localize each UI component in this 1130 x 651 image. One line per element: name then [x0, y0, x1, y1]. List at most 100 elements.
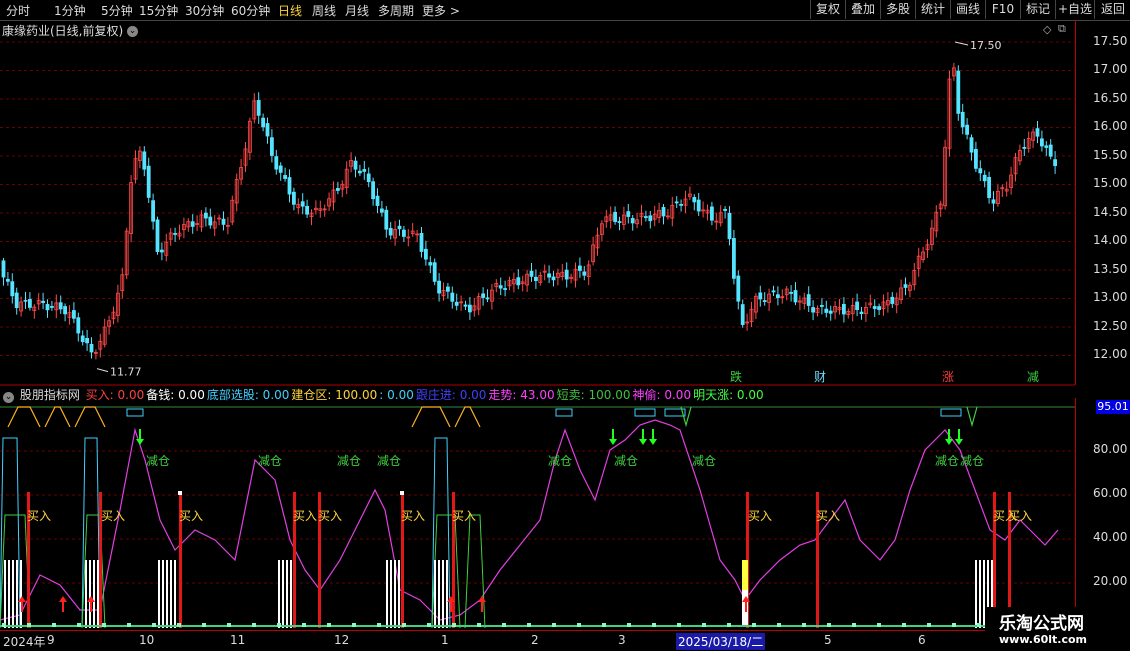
fund-bar [89, 560, 91, 628]
baseline-dot [627, 623, 631, 627]
baseline-dot [502, 623, 506, 627]
position-zone [454, 406, 481, 428]
buy-label: 买入 [1008, 509, 1032, 523]
v-marker [966, 406, 978, 428]
tab-5min[interactable]: 5分钟 [101, 2, 133, 19]
add-watchlist-button[interactable]: +自选 [1055, 0, 1094, 19]
down-arrow-head [945, 439, 953, 445]
candle-down [85, 337, 89, 344]
price-tick: 17.00 [1093, 62, 1128, 76]
baseline-dot [77, 623, 81, 627]
baseline-dot [802, 623, 806, 627]
candle-down [987, 176, 991, 198]
baseline-dot [477, 623, 481, 627]
candle-down [740, 304, 745, 325]
indicator-name[interactable]: 股朋指标网 [20, 388, 80, 402]
baseline-dot [727, 623, 731, 627]
candle-down [842, 304, 846, 315]
baseline-dot [27, 623, 31, 627]
reduce-label: 减仓 [935, 454, 959, 468]
signal-tag: 财 [814, 370, 826, 384]
fund-bar [286, 560, 288, 628]
candle-down [463, 304, 468, 307]
tab-15min[interactable]: 15分钟 [139, 2, 178, 19]
candle-down [776, 294, 780, 299]
watermark-title: 乐淘公式网 [999, 614, 1084, 634]
date-label: 3 [618, 633, 626, 647]
indicator-value-9: 明天涨: 0.00 [693, 388, 764, 402]
price-tick: 17.50 [1093, 34, 1128, 48]
date-label: 6 [918, 633, 926, 647]
tab-monthly[interactable]: 月线 [345, 2, 369, 19]
fund-bar [93, 560, 95, 628]
baseline-dot [327, 623, 331, 627]
reduce-label: 减仓 [258, 454, 282, 468]
buy-label: 买入 [318, 509, 342, 523]
tab-more[interactable]: 更多 > [422, 2, 460, 19]
tab-multi-period[interactable]: 多周期 [378, 2, 414, 19]
indicator-value-4: : 0.00 [379, 388, 414, 402]
tab-30min[interactable]: 30分钟 [185, 2, 224, 19]
marker-square [178, 491, 182, 495]
baseline-dot [2, 623, 6, 627]
candle-down [564, 269, 569, 280]
tab-60min[interactable]: 60分钟 [231, 2, 270, 19]
candle-down [648, 215, 653, 222]
price-tick: 13.00 [1093, 290, 1128, 304]
tab-1min[interactable]: 1分钟 [54, 2, 86, 19]
multi-stock-button[interactable]: 多股 [880, 0, 915, 19]
candle-down [516, 277, 521, 286]
baseline-dot [602, 623, 606, 627]
candle-down [877, 306, 881, 310]
candle-down [151, 200, 156, 222]
back-button[interactable]: 返回 [1094, 0, 1130, 19]
restore-rights-button[interactable]: 复权 [810, 0, 845, 19]
date-axis: 2024年 9 10 11 12 1 2 3 2025/03/18/二 5 6 [0, 630, 1075, 651]
tab-weekly[interactable]: 周线 [312, 2, 336, 19]
fund-bar [166, 560, 168, 628]
candle-down [551, 276, 556, 281]
candle-down [45, 304, 50, 311]
candle-down [661, 207, 666, 217]
marker-square [400, 491, 404, 495]
position-zone [7, 406, 41, 428]
candle-down [723, 208, 727, 211]
reduce-label: 减仓 [960, 454, 984, 468]
candle-down [974, 148, 978, 169]
baseline-dot [452, 623, 456, 627]
baseline-dot [852, 623, 856, 627]
fund-bar [85, 560, 87, 628]
date-label: 10 [139, 633, 155, 647]
baseline-dot [902, 623, 906, 627]
fund-bar [394, 560, 396, 628]
baseline-dot [52, 623, 56, 627]
candle-down [1022, 147, 1027, 149]
collapse-icon[interactable]: ⌄ [3, 392, 14, 403]
candle-down [423, 248, 428, 260]
date-label: 12 [334, 633, 350, 647]
fund-bar [162, 560, 164, 628]
fund-bar [4, 560, 6, 628]
mark-button[interactable]: 标记 [1020, 0, 1055, 19]
candle-down [613, 211, 617, 222]
fund-bar [20, 560, 22, 628]
candle-down [1053, 159, 1057, 167]
draw-line-button[interactable]: 画线 [950, 0, 985, 19]
baseline-dot [302, 623, 306, 627]
tab-fenshi[interactable]: 分时 [6, 2, 30, 19]
overlay-button[interactable]: 叠加 [845, 0, 880, 19]
f10-button[interactable]: F10 [985, 0, 1020, 19]
candle-down [287, 177, 292, 195]
fund-bar [174, 560, 176, 628]
indicator-value-5: 跟庄进: 0.00 [415, 388, 487, 402]
baseline-dot [927, 623, 931, 627]
tab-daily[interactable]: 日线 [278, 2, 302, 19]
position-zone [74, 406, 106, 428]
chart-canvas[interactable]: 17.5011.77 跌财涨减 买入 买入 买入 买入 买入 买入 买入 买入 买入 买入买入减仓… [0, 20, 1075, 630]
statistics-button[interactable]: 统计 [915, 0, 950, 19]
candle-down [371, 181, 376, 200]
indicator-value-0: 买入: 0.00 [85, 388, 145, 402]
price-tick: 16.50 [1093, 91, 1128, 105]
signal-tag: 跌 [730, 369, 742, 384]
candle-down [762, 300, 767, 302]
